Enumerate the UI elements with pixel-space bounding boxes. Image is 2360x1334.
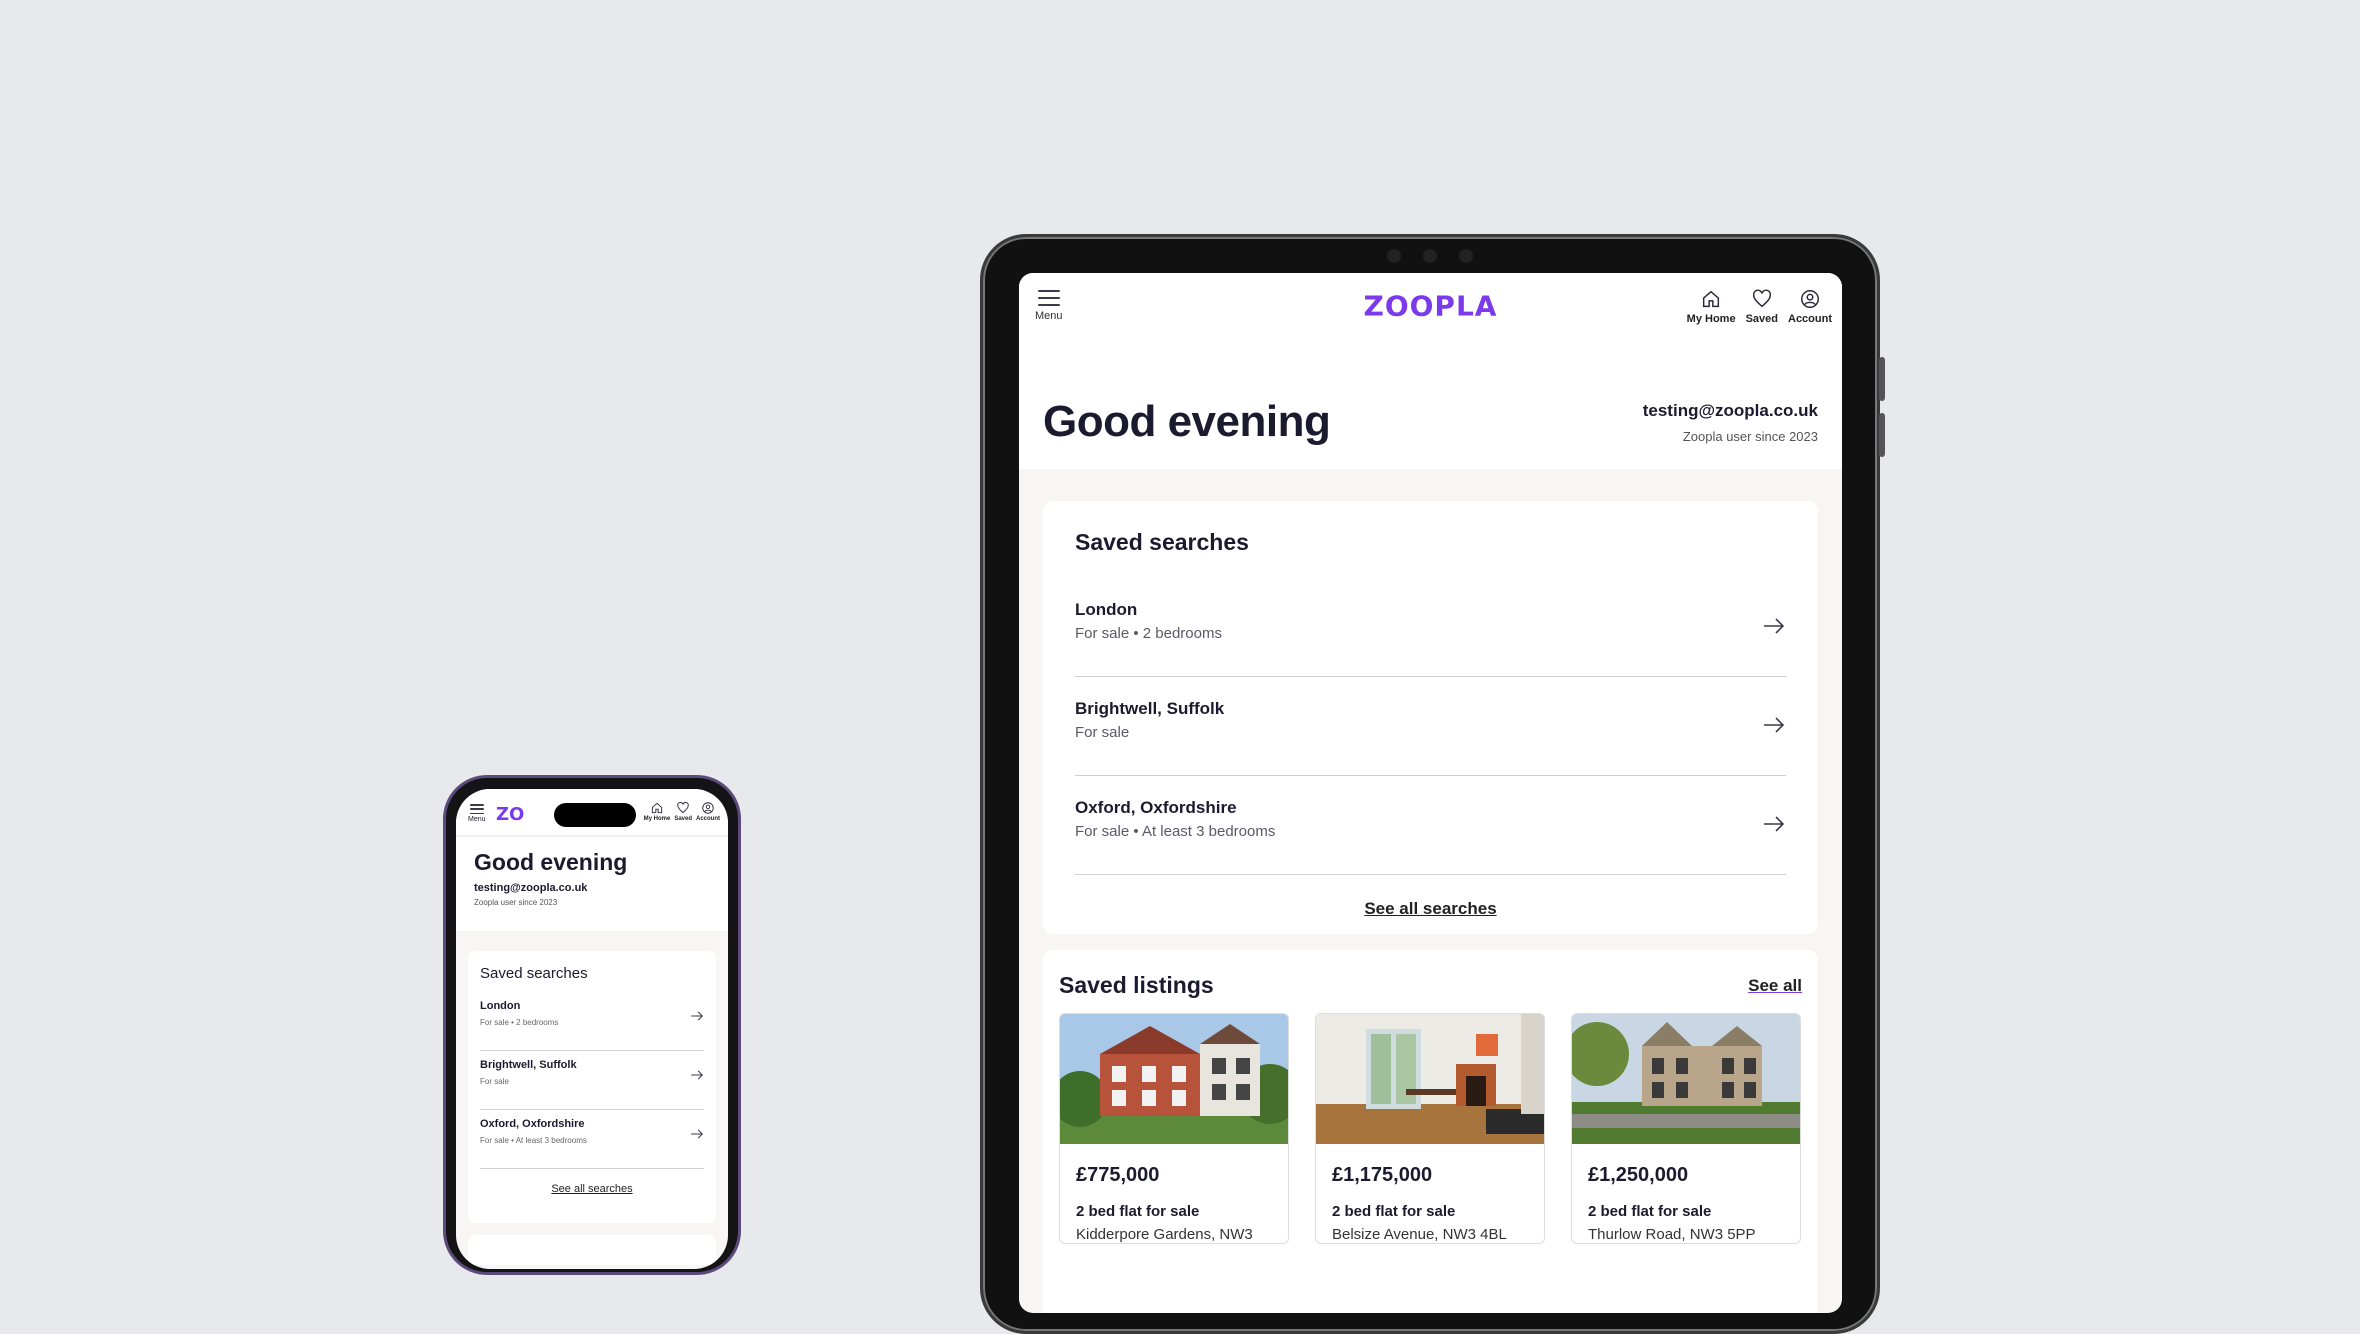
menu-label: Menu: [1035, 310, 1063, 322]
account-icon: [1801, 289, 1819, 308]
nav-label: Account: [1788, 312, 1832, 325]
listing-type: 2 bed flat for sale: [1332, 1203, 1456, 1220]
nav-saved[interactable]: Saved: [1746, 288, 1778, 325]
search-details: For sale • At least 3 bedrooms: [1075, 823, 1276, 840]
saved-listings-title: Saved listings: [1059, 972, 1214, 998]
search-location: Oxford, Oxfordshire: [480, 1118, 585, 1130]
listing-price: £1,250,000: [1588, 1164, 1689, 1186]
listing-type: 2 bed flat for sale: [1076, 1203, 1200, 1220]
nav-label: My Home: [643, 816, 671, 822]
nav-my-home[interactable]: My Home: [643, 801, 671, 822]
search-details: For sale • 2 bedrooms: [1075, 625, 1222, 642]
hamburger-icon: [469, 804, 484, 814]
saved-searches-card: Saved searches London For sale • 2 bedro…: [1043, 501, 1818, 934]
tablet-device: Menu ZOOPLA My Home Saved Account Good e…: [980, 234, 1885, 1334]
arrow-right-icon: [1764, 618, 1785, 634]
heart-icon: [677, 801, 689, 814]
phone-device: Menu ZO My Home Saved Account Good eveni…: [443, 775, 741, 1275]
nav-account[interactable]: Account: [696, 801, 720, 822]
tablet-camera: [1387, 249, 1473, 263]
listing-photo: [1572, 1014, 1800, 1144]
listing-address: Belsize Avenue, NW3 4BL: [1332, 1226, 1507, 1243]
nav-label: My Home: [1686, 312, 1736, 325]
nav-label: Saved: [674, 816, 692, 822]
nav-saved[interactable]: Saved: [674, 801, 692, 822]
arrow-right-icon: [691, 1070, 703, 1080]
dynamic-island: [554, 803, 636, 827]
see-all-searches-link[interactable]: See all searches: [480, 1183, 704, 1195]
saved-listings-header: Saved listings See all: [1059, 972, 1802, 999]
nav-label: Account: [696, 816, 720, 822]
search-location: Brightwell, Suffolk: [1075, 699, 1225, 718]
listing-card[interactable]: £775,000 2 bed flat for sale Kidderpore …: [1059, 1013, 1289, 1244]
greeting-section: Good evening testing@zoopla.co.uk Zoopla…: [1019, 339, 1842, 469]
top-header: Menu ZOOPLA My Home Saved Account: [1019, 273, 1842, 339]
arrow-right-icon: [691, 1129, 703, 1139]
phone-saved-searches-card: Saved searches London For sale • 2 bedro…: [468, 951, 716, 1223]
search-location: Oxford, Oxfordshire: [1075, 798, 1237, 817]
phone-greeting: Good evening testing@zoopla.co.uk Zoopla…: [456, 835, 728, 931]
greeting-title: Good evening: [474, 849, 628, 875]
nav-account[interactable]: Account: [1788, 288, 1832, 325]
search-details: For sale: [480, 1077, 509, 1086]
zoopla-logo[interactable]: ZOOPLA: [1364, 290, 1498, 323]
listing-card[interactable]: £1,175,000 2 bed flat for sale Belsize A…: [1315, 1013, 1545, 1244]
hamburger-icon: [1037, 290, 1060, 306]
arrow-right-icon: [1764, 717, 1785, 733]
saved-search-row[interactable]: London For sale • 2 bedrooms: [1075, 578, 1786, 677]
account-icon: [702, 802, 714, 814]
phone-screen: Menu ZO My Home Saved Account Good eveni…: [456, 789, 728, 1269]
listing-photo: [1060, 1014, 1288, 1144]
user-email: testing@zoopla.co.uk: [474, 882, 588, 894]
search-location: London: [1075, 600, 1138, 619]
saved-search-row[interactable]: Brightwell, Suffolk For sale: [480, 1051, 704, 1110]
listing-address: Kidderpore Gardens, NW3: [1076, 1226, 1253, 1243]
search-details: For sale • At least 3 bedrooms: [480, 1136, 587, 1145]
user-email: testing@zoopla.co.uk: [1642, 401, 1818, 420]
saved-search-row[interactable]: Oxford, Oxfordshire For sale • At least …: [1075, 776, 1786, 875]
search-location: Brightwell, Suffolk: [480, 1059, 577, 1071]
arrow-right-icon: [1764, 816, 1785, 832]
search-details: For sale • 2 bedrooms: [480, 1018, 559, 1027]
see-all-listings-link[interactable]: See all: [1748, 976, 1802, 996]
home-icon: [1703, 290, 1720, 307]
saved-search-row[interactable]: London For sale • 2 bedrooms: [480, 992, 704, 1051]
listing-price: £775,000: [1076, 1164, 1160, 1186]
heart-icon: [1752, 289, 1771, 307]
menu-label: Menu: [468, 816, 486, 823]
tablet-side-button: [1879, 357, 1885, 401]
search-details: For sale: [1075, 724, 1130, 741]
nav-my-home[interactable]: My Home: [1687, 288, 1736, 325]
arrow-right-icon: [691, 1011, 703, 1021]
saved-search-row[interactable]: Brightwell, Suffolk For sale: [1075, 677, 1786, 776]
tablet-side-button: [1879, 413, 1885, 457]
search-location: London: [480, 1000, 521, 1012]
saved-listings-card: Saved listings See all £775,000 2 bed fl…: [1043, 950, 1818, 1313]
nav-label: Saved: [1745, 312, 1778, 325]
saved-searches-title: Saved searches: [480, 965, 588, 982]
listing-address: Thurlow Road, NW3 5PP: [1588, 1226, 1756, 1243]
user-since: Zoopla user since 2023: [1682, 429, 1818, 444]
listing-type: 2 bed flat for sale: [1588, 1203, 1712, 1220]
tablet-screen: Menu ZOOPLA My Home Saved Account Good e…: [1019, 273, 1842, 1313]
phone-nav: My Home Saved Account: [644, 801, 720, 822]
phone-logo[interactable]: ZO: [496, 804, 524, 825]
listing-card[interactable]: £1,250,000 2 bed flat for sale Thurlow R…: [1571, 1013, 1801, 1244]
saved-search-row[interactable]: Oxford, Oxfordshire For sale • At least …: [480, 1110, 704, 1169]
greeting-title: Good evening: [1043, 397, 1331, 446]
phone-menu-button[interactable]: Menu: [468, 804, 486, 823]
saved-searches-title: Saved searches: [1075, 529, 1249, 555]
menu-button[interactable]: Menu: [1035, 290, 1063, 322]
see-all-searches-link[interactable]: See all searches: [1075, 899, 1786, 919]
top-nav: My Home Saved Account: [1687, 288, 1832, 325]
listing-price: £1,175,000: [1332, 1164, 1433, 1186]
listing-photo: [1316, 1014, 1544, 1144]
home-icon: [651, 802, 663, 814]
listings-row: £775,000 2 bed flat for sale Kidderpore …: [1059, 1013, 1802, 1244]
user-since: Zoopla user since 2023: [474, 898, 558, 907]
